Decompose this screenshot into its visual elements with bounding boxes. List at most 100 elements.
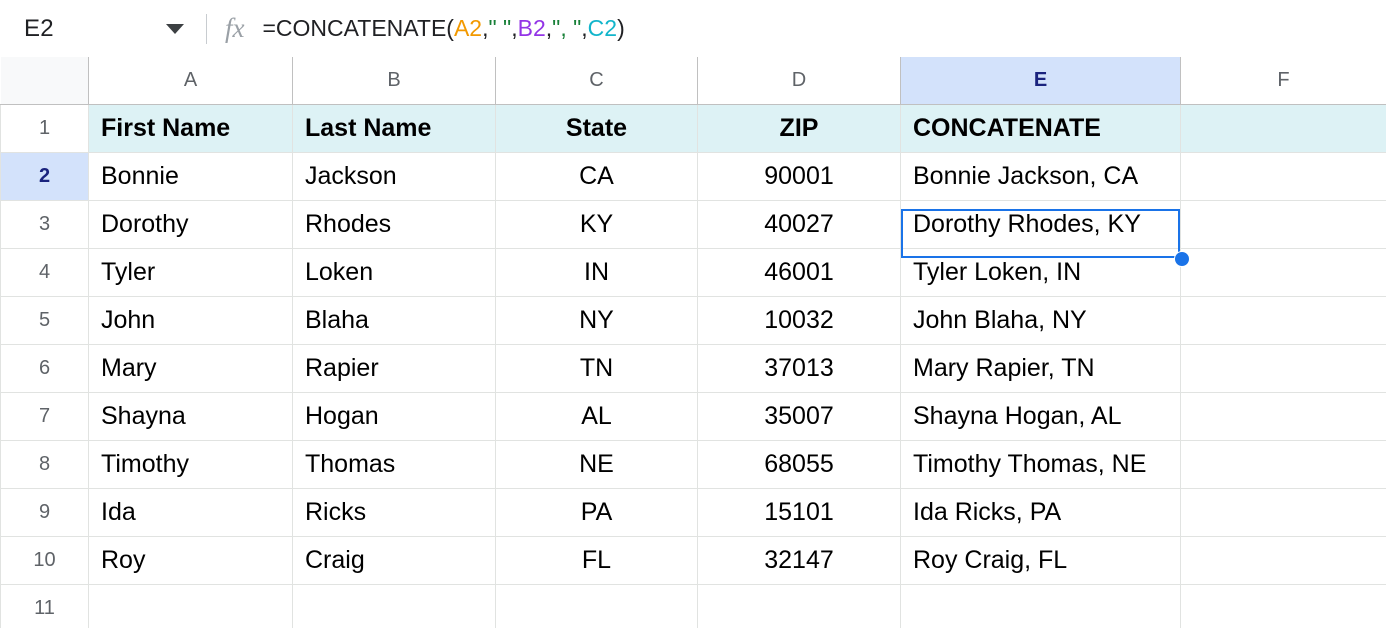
cell-a8[interactable]: Timothy xyxy=(88,439,293,489)
cell-f11[interactable] xyxy=(1180,583,1386,628)
cell-c6[interactable]: TN xyxy=(495,343,698,393)
cell-d3[interactable]: 40027 xyxy=(697,199,901,249)
row-header-10[interactable]: 10 xyxy=(0,535,89,585)
cell-b8[interactable]: Thomas xyxy=(292,439,496,489)
row-header-9[interactable]: 9 xyxy=(0,487,89,537)
cell-d4[interactable]: 46001 xyxy=(697,247,901,297)
cell-f10[interactable] xyxy=(1180,535,1386,585)
cell-b9[interactable]: Ricks xyxy=(292,487,496,537)
cell-f5[interactable] xyxy=(1180,295,1386,345)
cell-c11[interactable] xyxy=(495,583,698,628)
cell-e2[interactable]: Bonnie Jackson, CA xyxy=(900,151,1181,201)
name-box[interactable]: E2 xyxy=(0,9,200,49)
column-header-c[interactable]: C xyxy=(495,57,698,105)
table-row: 5 John Blaha NY 10032 John Blaha, NY xyxy=(0,295,1386,345)
cell-c8[interactable]: NE xyxy=(495,439,698,489)
cell-c10[interactable]: FL xyxy=(495,535,698,585)
formula-input[interactable]: =CONCATENATE(A2," ",B2,", ",C2) xyxy=(263,15,625,42)
cell-f7[interactable] xyxy=(1180,391,1386,441)
cell-f9[interactable] xyxy=(1180,487,1386,537)
cell-d5[interactable]: 10032 xyxy=(697,295,901,345)
cell-d10[interactable]: 32147 xyxy=(697,535,901,585)
cell-e8[interactable]: Timothy Thomas, NE xyxy=(900,439,1181,489)
cell-f3[interactable] xyxy=(1180,199,1386,249)
column-header-e[interactable]: E xyxy=(900,57,1181,105)
cell-a10[interactable]: Roy xyxy=(88,535,293,585)
cell-e4[interactable]: Tyler Loken, IN xyxy=(900,247,1181,297)
formula-token-function: =CONCATENATE( xyxy=(262,15,454,41)
cell-a5[interactable]: John xyxy=(88,295,293,345)
cell-c3[interactable]: KY xyxy=(495,199,698,249)
cell-a4[interactable]: Tyler xyxy=(88,247,293,297)
cell-e9[interactable]: Ida Ricks, PA xyxy=(900,487,1181,537)
cell-e6[interactable]: Mary Rapier, TN xyxy=(900,343,1181,393)
cell-b11[interactable] xyxy=(292,583,496,628)
cell-a2[interactable]: Bonnie xyxy=(88,151,293,201)
row-header-3[interactable]: 3 xyxy=(0,199,89,249)
cell-e10[interactable]: Roy Craig, FL xyxy=(900,535,1181,585)
cell-a6[interactable]: Mary xyxy=(88,343,293,393)
cell-c1[interactable]: State xyxy=(495,103,698,153)
row-header-8[interactable]: 8 xyxy=(0,439,89,489)
row-header-2[interactable]: 2 xyxy=(0,151,89,201)
cell-c4[interactable]: IN xyxy=(495,247,698,297)
table-row: 8 Timothy Thomas NE 68055 Timothy Thomas… xyxy=(0,439,1386,489)
table-row: 1 First Name Last Name State ZIP CONCATE… xyxy=(0,103,1386,153)
cell-e11[interactable] xyxy=(900,583,1181,628)
cell-e1[interactable]: CONCATENATE xyxy=(900,103,1181,153)
cell-c9[interactable]: PA xyxy=(495,487,698,537)
cell-c2[interactable]: CA xyxy=(495,151,698,201)
cell-b1[interactable]: Last Name xyxy=(292,103,496,153)
formula-token-string-space: " " xyxy=(488,15,512,41)
cell-b5[interactable]: Blaha xyxy=(292,295,496,345)
formula-bar-divider xyxy=(206,13,207,44)
cell-d2[interactable]: 90001 xyxy=(697,151,901,201)
column-header-f[interactable]: F xyxy=(1180,57,1386,105)
column-header-a[interactable]: A xyxy=(88,57,293,105)
cell-d11[interactable] xyxy=(697,583,901,628)
row-header-6[interactable]: 6 xyxy=(0,343,89,393)
sheet-table: A B C D E F 1 First Name Last Name State… xyxy=(0,57,1386,628)
cell-f1[interactable] xyxy=(1180,103,1386,153)
row-header-11[interactable]: 11 xyxy=(0,583,89,628)
cell-b2[interactable]: Jackson xyxy=(292,151,496,201)
table-row: 10 Roy Craig FL 32147 Roy Craig, FL xyxy=(0,535,1386,585)
cell-e3[interactable]: Dorothy Rhodes, KY xyxy=(900,199,1181,249)
cell-d9[interactable]: 15101 xyxy=(697,487,901,537)
cell-d7[interactable]: 35007 xyxy=(697,391,901,441)
cell-a9[interactable]: Ida xyxy=(88,487,293,537)
cell-f6[interactable] xyxy=(1180,343,1386,393)
cell-b3[interactable]: Rhodes xyxy=(292,199,496,249)
cell-c5[interactable]: NY xyxy=(495,295,698,345)
column-header-b[interactable]: B xyxy=(292,57,496,105)
formula-token-ref-b2: B2 xyxy=(517,15,546,41)
row-header-5[interactable]: 5 xyxy=(0,295,89,345)
cell-e7[interactable]: Shayna Hogan, AL xyxy=(900,391,1181,441)
cell-b4[interactable]: Loken xyxy=(292,247,496,297)
formula-token-string-comma: ", " xyxy=(552,15,582,41)
name-box-value: E2 xyxy=(24,14,54,42)
cell-a7[interactable]: Shayna xyxy=(88,391,293,441)
spreadsheet-grid: A B C D E F 1 First Name Last Name State… xyxy=(0,57,1386,628)
cell-c7[interactable]: AL xyxy=(495,391,698,441)
cell-b6[interactable]: Rapier xyxy=(292,343,496,393)
cell-f4[interactable] xyxy=(1180,247,1386,297)
row-header-4[interactable]: 4 xyxy=(0,247,89,297)
row-header-7[interactable]: 7 xyxy=(0,391,89,441)
cell-f2[interactable] xyxy=(1180,151,1386,201)
fx-icon: fx xyxy=(225,13,245,43)
cell-a1[interactable]: First Name xyxy=(88,103,293,153)
cell-d6[interactable]: 37013 xyxy=(697,343,901,393)
select-all-corner[interactable] xyxy=(0,57,89,105)
cell-d8[interactable]: 68055 xyxy=(697,439,901,489)
cell-b7[interactable]: Hogan xyxy=(292,391,496,441)
row-header-1[interactable]: 1 xyxy=(0,103,89,153)
chevron-down-icon[interactable] xyxy=(166,23,184,34)
cell-a3[interactable]: Dorothy xyxy=(88,199,293,249)
cell-f8[interactable] xyxy=(1180,439,1386,489)
cell-b10[interactable]: Craig xyxy=(292,535,496,585)
cell-d1[interactable]: ZIP xyxy=(697,103,901,153)
column-header-d[interactable]: D xyxy=(697,57,901,105)
cell-e5[interactable]: John Blaha, NY xyxy=(900,295,1181,345)
cell-a11[interactable] xyxy=(88,583,293,628)
